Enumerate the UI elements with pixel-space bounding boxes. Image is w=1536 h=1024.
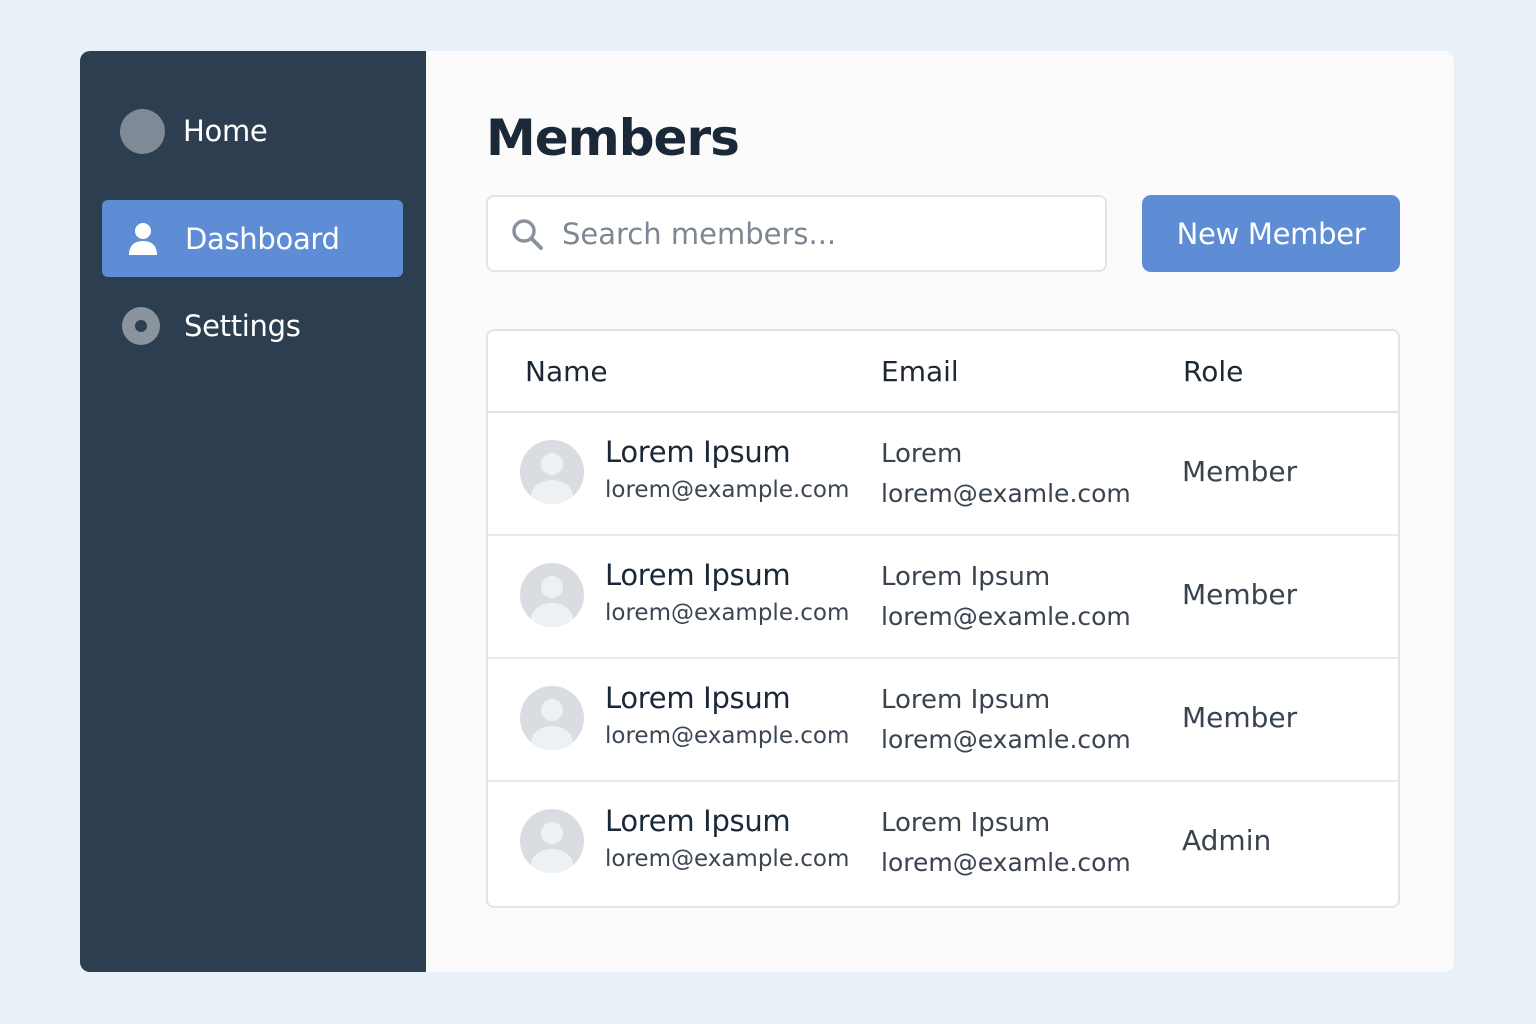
email-cell: Lorem Ipsum lorem@examle.com (881, 808, 1131, 877)
sidebar-item-label: Dashboard (185, 221, 340, 256)
search-box[interactable] (486, 195, 1107, 272)
toolbar: New Member (486, 195, 1454, 273)
member-name: Lorem Ipsum (605, 681, 791, 715)
column-header-email[interactable]: Email (881, 355, 959, 388)
member-name: Lorem Ipsum (605, 435, 791, 469)
sidebar: Home Dashboard Settings (80, 51, 426, 972)
member-email: lorem@examle.com (881, 848, 1131, 877)
new-member-button[interactable]: New Member (1142, 195, 1400, 272)
member-name-email: lorem@example.com (605, 477, 850, 503)
avatar-icon (520, 686, 584, 750)
member-name-email: lorem@example.com (605, 723, 850, 749)
name-cell: Lorem Ipsum lorem@example.com (605, 681, 849, 749)
table-row[interactable]: Lorem Ipsum lorem@example.com Lorem Ipsu… (488, 659, 1398, 782)
member-name: Lorem Ipsum (605, 558, 791, 592)
name-cell: Lorem Ipsum lorem@example.com (605, 435, 849, 503)
page-title: Members (486, 109, 740, 167)
table-row[interactable]: Lorem Ipsum lorem@example.com Lorem lore… (488, 413, 1398, 536)
email-title: Lorem (881, 439, 963, 469)
sidebar-item-label: Home (183, 114, 268, 148)
member-role: Member (1182, 578, 1298, 611)
member-name-email: lorem@example.com (605, 846, 850, 872)
app-window: Home Dashboard Settings Members New Mem (80, 51, 1454, 972)
member-role: Member (1182, 455, 1298, 488)
name-cell: Lorem Ipsum lorem@example.com (605, 804, 849, 872)
table-row[interactable]: Lorem Ipsum lorem@example.com Lorem Ipsu… (488, 782, 1398, 905)
members-table: Name Email Role Lorem Ipsum lorem@exampl… (486, 329, 1400, 908)
sidebar-item-home[interactable]: Home (120, 107, 426, 155)
member-email: lorem@examle.com (881, 602, 1131, 631)
email-title: Lorem Ipsum (881, 562, 1051, 592)
avatar-icon (520, 809, 584, 873)
member-name-email: lorem@example.com (605, 600, 850, 626)
column-header-role[interactable]: Role (1183, 355, 1243, 388)
search-icon (512, 218, 543, 250)
sidebar-item-settings[interactable]: Settings (122, 294, 426, 358)
home-circle-icon (120, 108, 165, 154)
settings-icon (122, 307, 160, 345)
table-row[interactable]: Lorem Ipsum lorem@example.com Lorem Ipsu… (488, 536, 1398, 659)
email-title: Lorem Ipsum (881, 685, 1051, 715)
sidebar-item-label: Settings (184, 309, 301, 343)
sidebar-item-dashboard[interactable]: Dashboard (102, 200, 403, 277)
member-email: lorem@examle.com (881, 479, 1131, 508)
table-header: Name Email Role (488, 331, 1398, 413)
avatar-icon (520, 563, 584, 627)
member-name: Lorem Ipsum (605, 804, 791, 838)
column-header-name[interactable]: Name (525, 355, 608, 388)
avatar-icon (520, 440, 584, 504)
name-cell: Lorem Ipsum lorem@example.com (605, 558, 849, 626)
main-content: Members New Member Name Email Role (426, 51, 1454, 972)
user-icon (129, 222, 157, 255)
search-input[interactable] (562, 216, 1082, 251)
email-title: Lorem Ipsum (881, 808, 1051, 838)
member-role: Member (1182, 701, 1298, 734)
email-cell: Lorem Ipsum lorem@examle.com (881, 685, 1131, 754)
email-cell: Lorem Ipsum lorem@examle.com (881, 562, 1131, 631)
email-cell: Lorem lorem@examle.com (881, 439, 1131, 508)
member-email: lorem@examle.com (881, 725, 1131, 754)
member-role: Admin (1182, 824, 1272, 857)
